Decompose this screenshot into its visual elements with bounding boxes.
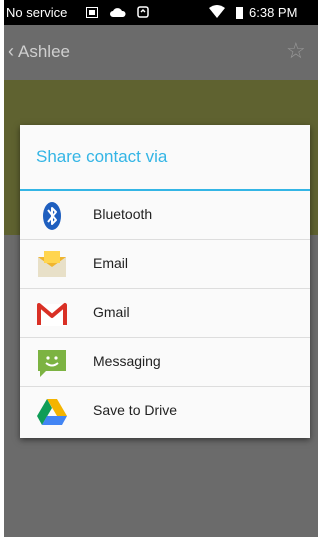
share-options-list: Bluetooth Email Gmail Messaging Save to …: [20, 191, 310, 436]
share-dialog: Share contact via Bluetooth Email Gmail …: [20, 125, 310, 438]
share-option-save-to-drive[interactable]: Save to Drive: [20, 387, 310, 436]
chevron-left-icon[interactable]: ‹: [8, 41, 14, 62]
share-option-bluetooth[interactable]: Bluetooth: [20, 191, 310, 240]
share-option-label: Save to Drive: [93, 402, 178, 418]
contact-name[interactable]: Ashlee: [18, 42, 70, 62]
status-icons: [86, 6, 157, 21]
action-bar: ‹ Ashlee ☆: [4, 25, 318, 80]
share-option-gmail[interactable]: Gmail: [20, 289, 310, 338]
share-option-messaging[interactable]: Messaging: [20, 338, 310, 387]
screenshot-icon: [86, 6, 98, 21]
bluetooth-icon: [36, 200, 68, 232]
phone-screen: No service 6:38 PM ‹ Ashlee ☆ Share cont…: [4, 0, 318, 537]
sync-icon: [137, 6, 149, 21]
share-option-label: Messaging: [93, 353, 161, 369]
clock: 6:38 PM: [249, 5, 298, 20]
dialog-title: Share contact via: [36, 147, 168, 166]
share-option-email[interactable]: Email: [20, 240, 310, 289]
status-bar: No service 6:38 PM: [4, 0, 318, 25]
share-option-label: Bluetooth: [93, 206, 153, 222]
drive-icon: [36, 396, 68, 428]
messaging-icon: [36, 347, 68, 379]
carrier-label: No service: [6, 5, 68, 20]
star-outline-icon[interactable]: ☆: [286, 38, 306, 64]
share-option-label: Gmail: [93, 304, 130, 320]
wifi-icon: [209, 5, 225, 21]
gmail-icon: [36, 298, 68, 330]
email-icon: [36, 249, 68, 281]
battery-icon: [236, 7, 243, 19]
cloud-icon: [109, 6, 126, 21]
share-option-label: Email: [93, 255, 129, 271]
